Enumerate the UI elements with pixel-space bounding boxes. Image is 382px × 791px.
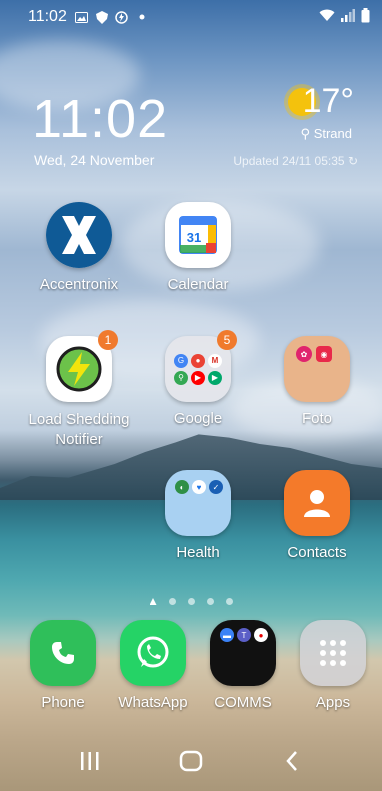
status-bar: 11:02 [0, 0, 382, 34]
folder-foto[interactable]: ✿ ◉ Foto [262, 336, 372, 427]
teams-icon: T [237, 628, 251, 642]
page-dot[interactable] [168, 598, 176, 605]
folder-icon: ▬ T ● [210, 620, 276, 686]
folder-icon: ✿ ◉ [284, 336, 350, 402]
dot-icon [135, 10, 149, 24]
refresh-icon[interactable]: ↻ [348, 154, 358, 168]
navigation-bar [0, 731, 382, 791]
location-pin-icon: ⚲ [300, 126, 311, 141]
page-indicator[interactable] [0, 598, 382, 605]
app-contacts[interactable]: Contacts [262, 470, 372, 561]
shield-icon [95, 10, 109, 24]
app-accentronix[interactable]: Accentronix [24, 202, 134, 293]
contacts-icon [284, 470, 350, 536]
recent-apps-icon [81, 752, 99, 770]
home-icon [179, 750, 203, 772]
page-dot[interactable] [225, 598, 233, 605]
dock-apps[interactable]: Apps [278, 620, 382, 711]
page-dot-home[interactable] [149, 598, 157, 605]
calendar-icon-day: 31 [187, 230, 201, 245]
vodafone-icon: ● [254, 628, 268, 642]
home-screen: 11:02 11:02 Wed, 24 November 17° ⚲ Stran… [0, 0, 382, 791]
weather-location[interactable]: ⚲ Strand [301, 126, 352, 142]
fit-icon: ♥ [192, 480, 206, 494]
shield-check-icon: ✓ [209, 480, 223, 494]
camera-icon: ◉ [316, 346, 332, 362]
page-dot[interactable] [187, 598, 195, 605]
accentronix-icon [46, 202, 112, 268]
gmail-icon: M [208, 353, 222, 368]
apps-grid-icon [300, 620, 366, 686]
app-label: Calendar [167, 276, 229, 293]
weather-location-label: Strand [313, 126, 352, 141]
app-label: Accentronix [39, 276, 119, 293]
battery-icon [361, 8, 370, 26]
wifi-icon [319, 9, 335, 25]
home-button[interactable] [171, 741, 211, 781]
recent-apps-button[interactable] [70, 741, 110, 781]
clock-widget-date[interactable]: Wed, 24 November [34, 152, 154, 168]
chrome-icon: ● [191, 353, 205, 368]
notification-badge: 1 [98, 330, 118, 350]
health-app-icon: ◐ [175, 480, 189, 494]
app-label: Foto [301, 410, 332, 427]
app-label: Apps [315, 694, 351, 711]
folder-icon: ◐ ♥ ✓ [165, 470, 231, 536]
folder-health[interactable]: ◐ ♥ ✓ Health [143, 470, 253, 561]
back-icon [285, 751, 297, 771]
signal-icon [341, 9, 355, 25]
clock-widget-time[interactable]: 11:02 [32, 88, 168, 150]
back-button[interactable] [272, 741, 312, 781]
status-time: 11:02 [28, 8, 67, 25]
weather-updated[interactable]: Updated 24/11 05:35 ↻ [233, 154, 358, 168]
gallery-icon: ✿ [296, 346, 312, 362]
page-dot[interactable] [206, 598, 214, 605]
weather-updated-label: Updated 24/11 05:35 [233, 154, 345, 168]
app-label: Google [173, 410, 223, 427]
image-icon [75, 10, 89, 24]
play-store-icon: ▶ [208, 370, 222, 385]
speed-icon [115, 10, 129, 24]
maps-icon: ⚲ [174, 370, 188, 385]
weather-temperature[interactable]: 17° [303, 82, 354, 121]
whatsapp-icon [120, 620, 186, 686]
app-label: Health [176, 544, 220, 561]
app-label: Contacts [287, 544, 347, 561]
messages-icon: ▬ [220, 628, 234, 642]
google-icon: G [174, 353, 188, 368]
folder-icon: G ● M ⚲ ▶ ▶ 5 [165, 330, 237, 402]
phone-icon [30, 620, 96, 686]
folder-google[interactable]: G ● M ⚲ ▶ ▶ 5 Google [143, 330, 253, 427]
app-calendar[interactable]: 31 Calendar [143, 202, 253, 293]
youtube-icon: ▶ [191, 370, 205, 385]
notification-badge: 5 [217, 330, 237, 350]
calendar-icon: 31 [165, 202, 231, 268]
app-load-shedding-notifier[interactable]: 1 Load Shedding Notifier [24, 330, 134, 450]
app-label: Load Shedding Notifier [28, 411, 130, 448]
load-shedding-icon: 1 [46, 330, 118, 402]
